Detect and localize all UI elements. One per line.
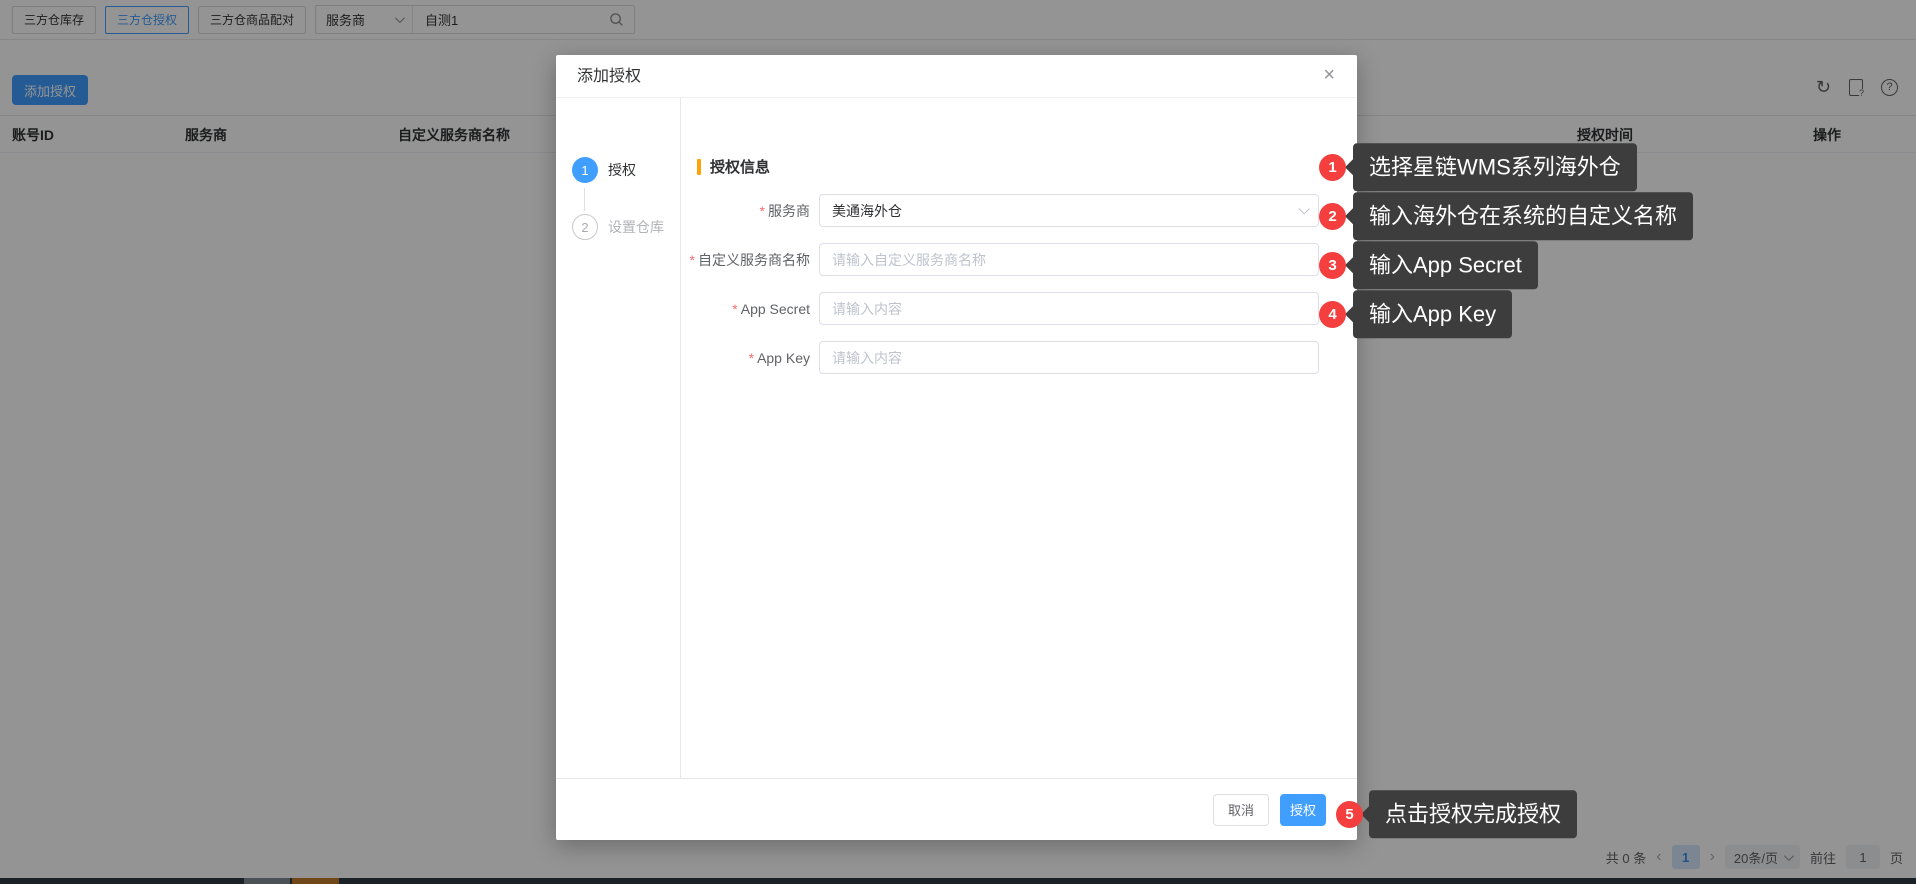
provider-select-value: 美通海外仓: [832, 202, 902, 219]
step-2-label: 设置仓库: [608, 219, 664, 235]
required-asterisk: *: [759, 202, 765, 219]
form-row-app-key: * App Key: [685, 341, 1319, 374]
screen: 三方仓库存 三方仓授权 三方仓商品配对 服务商 添加授权 ↻ ? ? 账号ID …: [0, 0, 1916, 884]
required-asterisk: *: [689, 251, 695, 268]
custom-provider-name-input[interactable]: [832, 251, 1306, 268]
step-1-circle: 1: [572, 157, 598, 183]
step-2-circle: 2: [572, 214, 598, 240]
form-row-app-secret: * App Secret: [685, 292, 1319, 325]
app-secret-input[interactable]: [832, 300, 1306, 317]
tooltip-app-key: 输入App Key: [1353, 290, 1513, 338]
cancel-button[interactable]: 取消: [1213, 793, 1269, 826]
step-connector-line: [584, 188, 585, 211]
modal-header: 添加授权 ×: [556, 55, 1357, 98]
steps-divider: [680, 98, 681, 778]
section-accent-bar: [697, 158, 701, 175]
app-key-input[interactable]: [832, 349, 1306, 366]
custom-provider-name-label: 自定义服务商名称: [698, 251, 810, 268]
modal-body: 1 授权 2 设置仓库 授权信息 *服务商 美通海外仓 *自定义服务商名称: [556, 98, 1357, 778]
provider-select[interactable]: 美通海外仓: [819, 194, 1319, 227]
step-badge-3: 3: [1319, 252, 1346, 279]
close-icon[interactable]: ×: [1323, 65, 1335, 85]
step-badge-1: 1: [1319, 154, 1346, 181]
step-badge-4: 4: [1319, 301, 1346, 328]
step-authorization: 1 授权: [572, 157, 636, 183]
step-badge-2: 2: [1319, 203, 1346, 230]
step-1-label: 授权: [608, 162, 636, 178]
tooltip-app-secret: 输入App Secret: [1353, 241, 1538, 289]
provider-label: 服务商: [768, 202, 810, 219]
form-row-provider: * 服务商 美通海外仓: [685, 194, 1319, 227]
tooltip-custom-name: 输入海外仓在系统的自定义名称: [1353, 192, 1694, 240]
section-header: 授权信息: [697, 156, 770, 177]
section-title: 授权信息: [710, 159, 771, 176]
add-authorization-modal: 添加授权 × 1 授权 2 设置仓库 授权信息 * 服务商 美通海外仓 * 自定…: [556, 55, 1357, 840]
step-set-warehouse: 2 设置仓库: [572, 214, 664, 240]
modal-footer: 取消 授权: [556, 778, 1357, 840]
chevron-down-icon: [1298, 202, 1310, 215]
app-key-label: App Key: [757, 349, 810, 366]
form-row-custom-provider-name: * 自定义服务商名称: [685, 243, 1319, 276]
modal-title: 添加授权: [577, 68, 642, 85]
required-asterisk: *: [732, 300, 738, 317]
required-asterisk: *: [748, 349, 755, 366]
step-badge-5: 5: [1336, 801, 1363, 828]
authorize-button[interactable]: 授权: [1280, 793, 1326, 826]
tooltip-confirm-authorize: 点击授权完成授权: [1369, 790, 1578, 838]
app-secret-label: App Secret: [740, 300, 810, 317]
tooltip-select-provider: 选择星链WMS系列海外仓: [1353, 143, 1637, 191]
